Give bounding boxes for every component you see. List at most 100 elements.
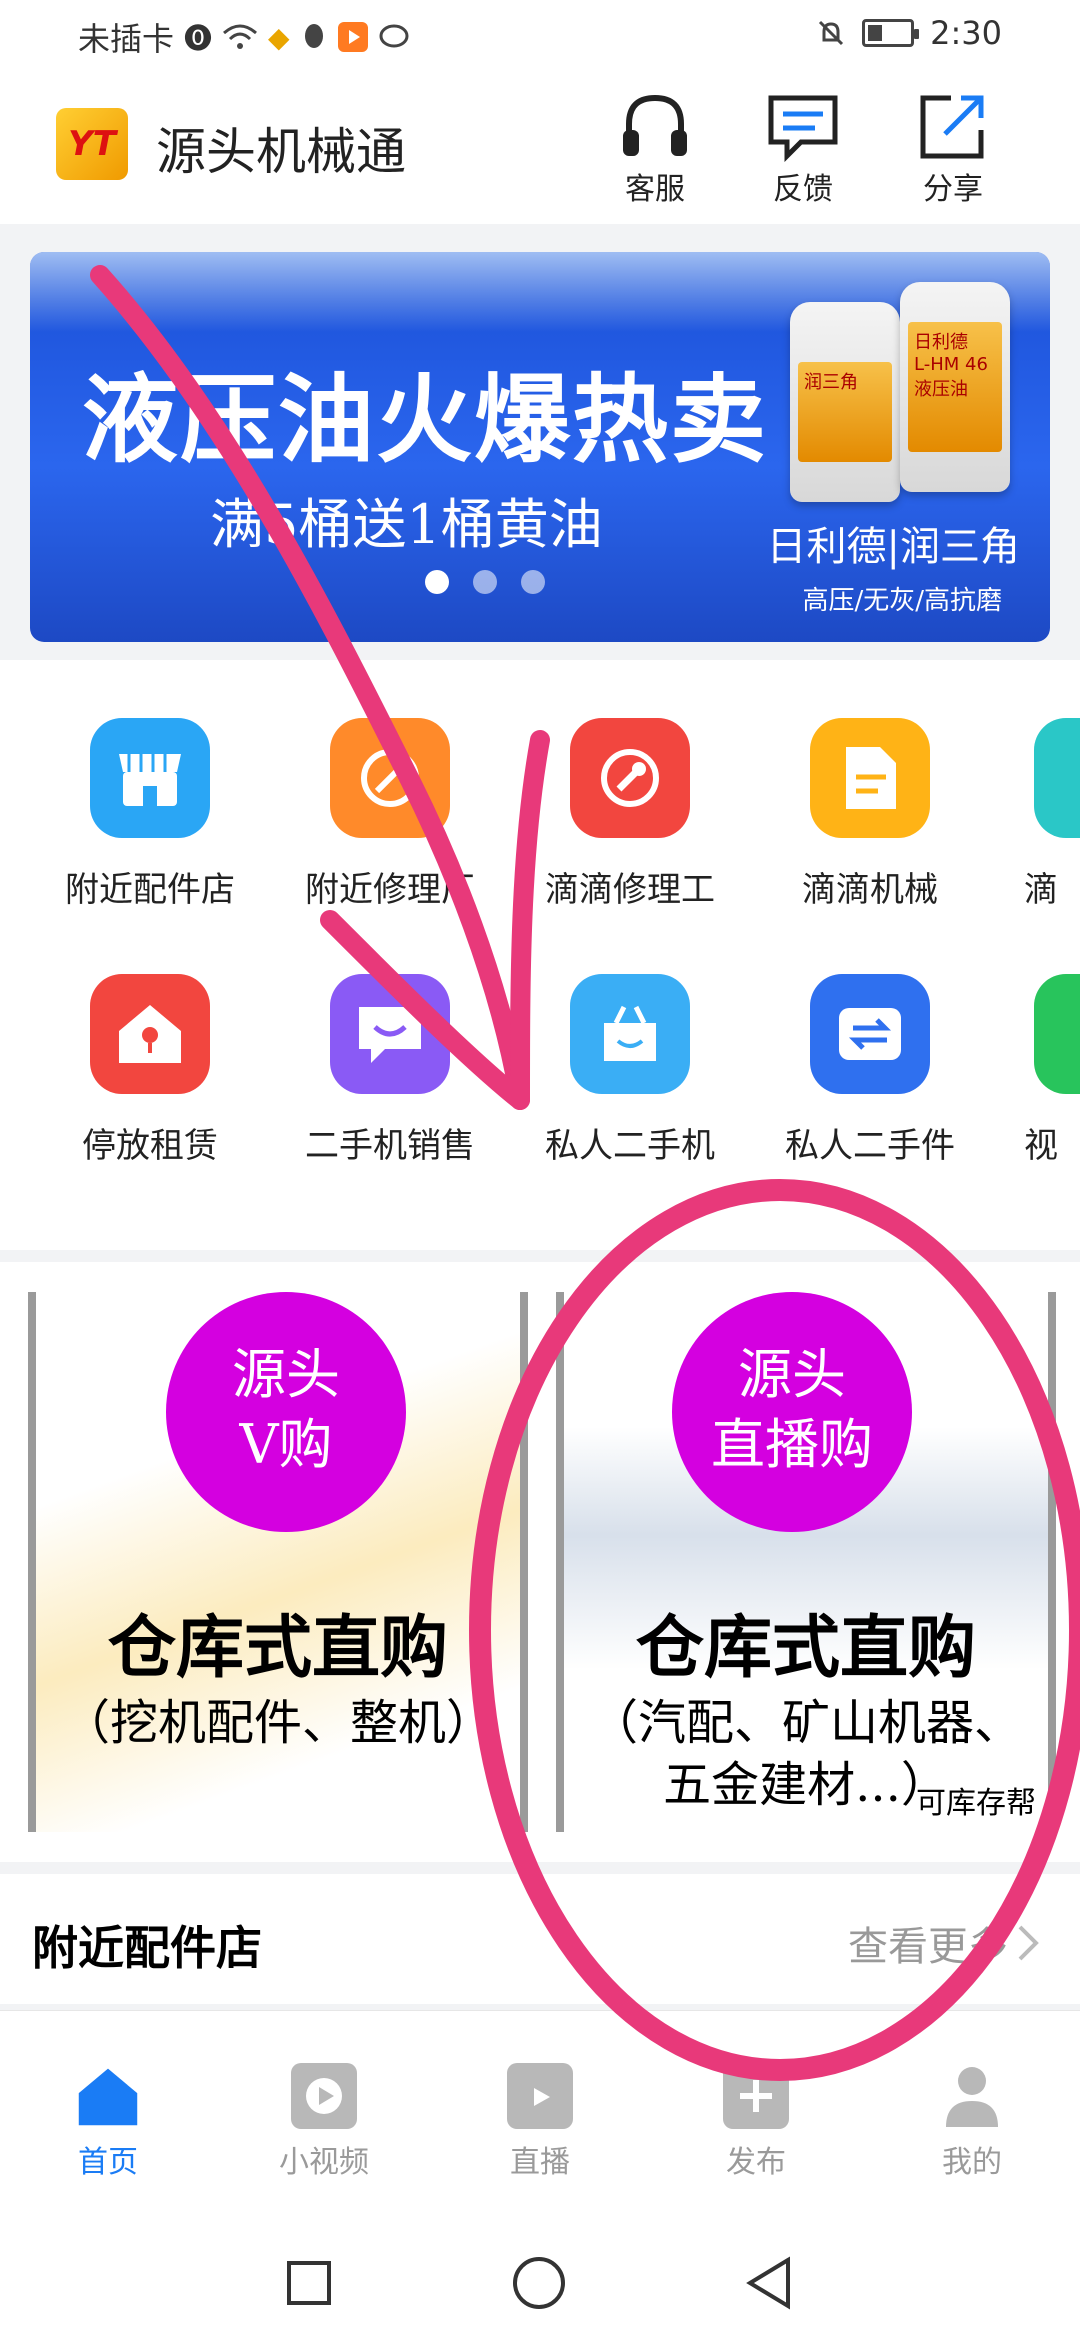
share-label: 分享 (923, 172, 983, 207)
system-navigation-bar (0, 2224, 1080, 2340)
grid-item-used-machine-sales[interactable]: 二手机销售 (270, 974, 510, 1167)
tv-icon (507, 2063, 573, 2129)
grid-item-private-used-machine[interactable]: 私人二手机 (510, 974, 750, 1167)
battery-icon (862, 19, 920, 47)
repair-shop-icon (330, 718, 450, 838)
tab-short-video[interactable]: 小视频 (254, 2063, 394, 2181)
headset-icon (623, 94, 687, 156)
grid-row-1: 附近配件店 附近修理厂 滴滴修理工 滴滴机械 滴 (0, 718, 1080, 918)
mute-icon (816, 18, 846, 48)
exchange-icon (810, 974, 930, 1094)
feedback-button[interactable]: 反馈 (748, 90, 858, 208)
tab-label: 我的 (942, 2145, 1002, 2180)
share-icon (920, 95, 984, 159)
partial-icon (1034, 718, 1080, 838)
grid-item-parking-rental[interactable]: 停放租赁 (30, 974, 270, 1167)
chat-icon (330, 974, 450, 1094)
grid-row-2: 停放租赁 二手机销售 私人二手机 私人二手件 视 (0, 974, 1080, 1174)
bottom-tab-bar: 首页 小视频 直播 发布 我的 (0, 2010, 1080, 2224)
carrier-text: 未插卡 (78, 20, 175, 58)
circle-icon (513, 2257, 565, 2309)
message-icon (378, 23, 410, 51)
grid-item-label: 视 (1024, 1126, 1058, 1166)
app-logo: YT (56, 108, 128, 180)
recent-apps-button[interactable] (274, 2248, 344, 2318)
plus-icon (723, 2063, 789, 2129)
grid-item-private-used-parts[interactable]: 私人二手件 (750, 974, 990, 1167)
live-buy-badge: 源头 直播购 (672, 1292, 912, 1532)
vbuy-badge: 源头 V购 (166, 1292, 406, 1532)
grid-item-label: 私人二手机 (545, 1126, 715, 1166)
tab-label: 直播 (510, 2145, 570, 2180)
nearby-parts-section: 附近配件店 查看更多 (0, 1874, 1080, 2004)
tab-live[interactable]: 直播 (470, 2063, 610, 2181)
grid-item-didi-mechanic[interactable]: 滴滴修理工 (510, 718, 750, 911)
machine-icon (810, 718, 930, 838)
function-grid: 附近配件店 附近修理厂 滴滴修理工 滴滴机械 滴 停放租赁 二手机销售 私人二手… (0, 660, 1080, 1250)
partial-icon (1034, 974, 1080, 1094)
wifi-icon (222, 23, 258, 51)
app-title: 源头机械通 (156, 123, 406, 181)
clock-text: 2:30 (930, 14, 1002, 52)
banner-brands: 日利德|润三角 (766, 524, 1020, 570)
customer-service-label: 客服 (625, 172, 685, 207)
app-notification-icon: ◆ (268, 20, 290, 54)
promo-card-footer: 可库存帮 (916, 1786, 1036, 1821)
promo-card-live-buy[interactable]: 源头 直播购 仓库式直购 （汽配、矿山机器、五金建材...） 可库存帮 (556, 1292, 1056, 1832)
tab-label: 首页 (78, 2145, 138, 2180)
promo-card-vbuy[interactable]: 源头 V购 仓库式直购 （挖机配件、整机） (28, 1292, 528, 1832)
view-more-link[interactable]: 查看更多 (848, 1914, 1040, 1972)
banner-subline: 满5桶送1桶黄油 (210, 493, 603, 556)
grid-item-partial[interactable]: 滴 (990, 718, 1080, 911)
back-button[interactable] (734, 2248, 804, 2318)
grid-item-label: 私人二手件 (785, 1126, 955, 1166)
grid-item-nearby-repair-shop[interactable]: 附近修理厂 (270, 718, 510, 911)
tab-home[interactable]: 首页 (38, 2063, 178, 2181)
share-button[interactable]: 分享 (898, 90, 1008, 208)
grid-item-nearby-parts-store[interactable]: 附近配件店 (30, 718, 270, 911)
feedback-icon (768, 95, 838, 162)
status-bar: 未插卡 ⓿ ◆ 2:30 (0, 0, 1080, 72)
grid-item-label: 附近配件店 (65, 870, 235, 910)
grid-item-label: 附近修理厂 (305, 870, 475, 910)
bag-icon (570, 974, 690, 1094)
promo-card-subtitle: （挖机配件、整机） (61, 1695, 494, 1751)
promo-card-title: 仓库式直购 (107, 1608, 448, 1688)
banner-dot[interactable] (521, 570, 545, 594)
promo-cards-section: 源头 V购 仓库式直购 （挖机配件、整机） 源头 直播购 仓库式直购 （汽配、矿… (0, 1262, 1080, 1862)
grid-item-label: 滴滴机械 (802, 870, 938, 910)
banner-dot-active[interactable] (425, 570, 449, 594)
oil-bucket-image: 日利德 L-HM 46 液压油 (900, 282, 1010, 492)
grid-item-label: 停放租赁 (82, 1126, 218, 1166)
tab-publish[interactable]: 发布 (686, 2063, 826, 2181)
play-icon (337, 22, 368, 52)
tab-label: 发布 (726, 2145, 786, 2180)
square-icon (287, 2261, 331, 2305)
back-triangle-icon (746, 2256, 790, 2310)
sim-alert-icon: ⓿ (184, 22, 213, 55)
app-header: YT 源头机械通 客服 反馈 分享 (0, 72, 1080, 224)
store-icon (90, 718, 210, 838)
oil-bucket-image: 润三角 (790, 302, 900, 502)
video-icon (291, 2063, 357, 2129)
banner-headline: 液压油火爆热卖 (82, 364, 768, 476)
wrench-icon (570, 718, 690, 838)
house-icon (90, 974, 210, 1094)
customer-service-button[interactable]: 客服 (600, 90, 710, 208)
section-title: 附近配件店 (32, 1921, 262, 1975)
promo-card-title: 仓库式直购 (635, 1608, 976, 1688)
home-button[interactable] (504, 2248, 574, 2318)
grid-item-label: 滴滴修理工 (545, 870, 715, 910)
banner-dot[interactable] (473, 570, 497, 594)
grid-item-didi-machinery[interactable]: 滴滴机械 (750, 718, 990, 911)
grid-item-partial[interactable]: 视 (990, 974, 1080, 1167)
user-icon (939, 2063, 1005, 2129)
chevron-right-icon (1018, 1925, 1039, 1961)
tab-label: 小视频 (279, 2145, 369, 2180)
home-icon (75, 2063, 141, 2129)
tab-mine[interactable]: 我的 (902, 2063, 1042, 2181)
banner-pagination (30, 570, 1050, 594)
promo-banner[interactable]: 液压油火爆热卖 满5桶送1桶黄油 润三角 日利德 L-HM 46 液压油 日利德|润… (30, 252, 1050, 642)
grid-item-label: 二手机销售 (305, 1126, 475, 1166)
qq-icon (300, 22, 328, 52)
